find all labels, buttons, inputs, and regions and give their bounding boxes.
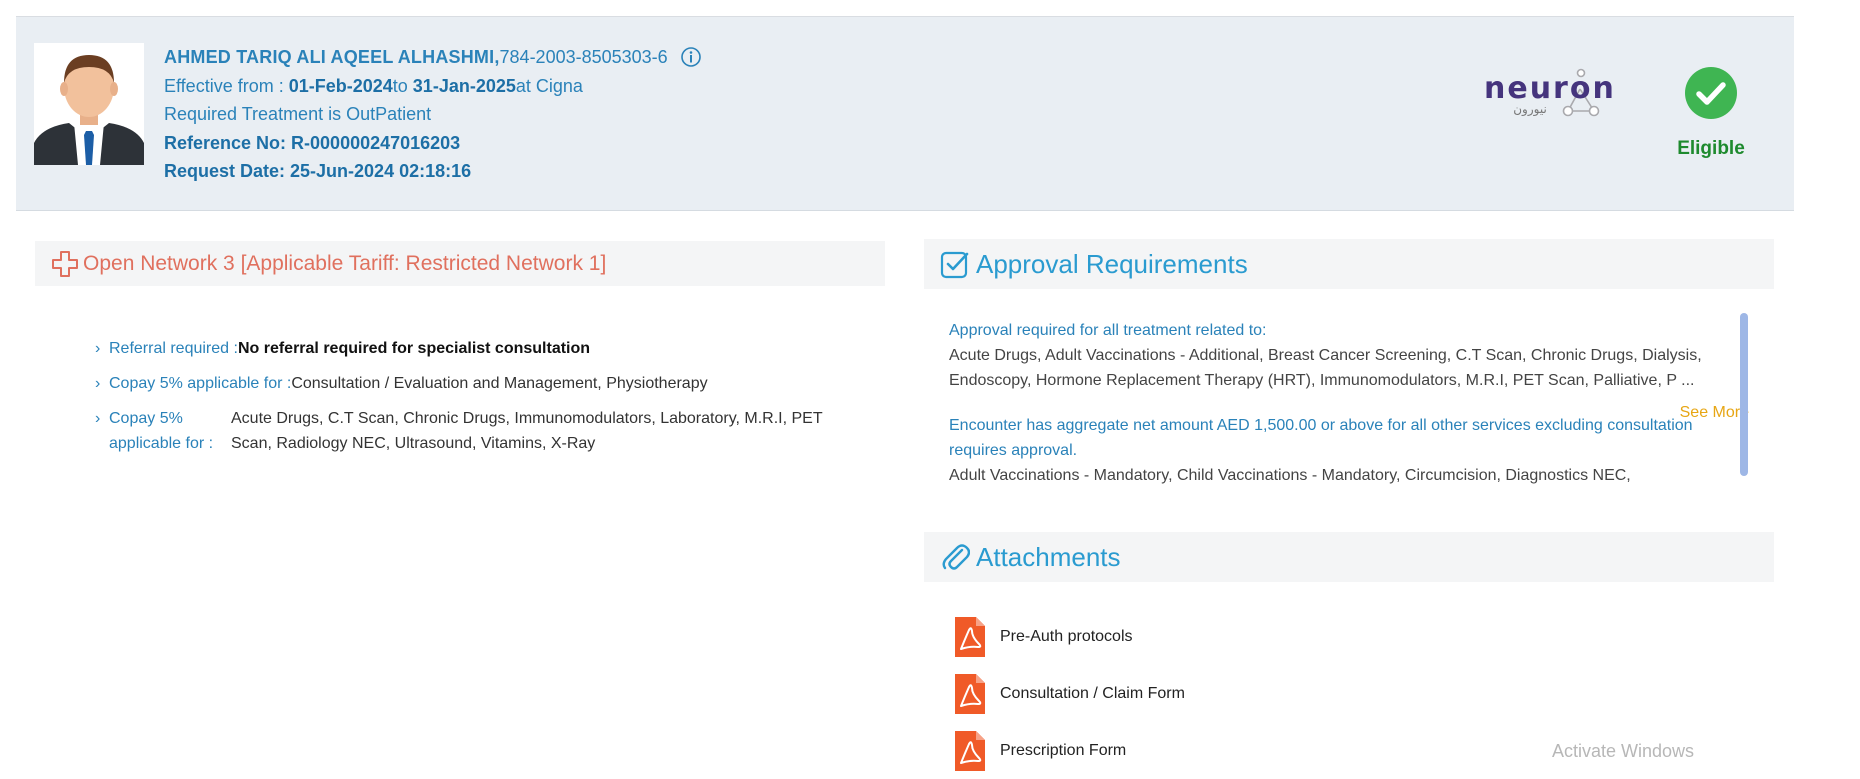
approval-title: Approval Requirements xyxy=(976,248,1248,279)
neuron-logo: neuron نيورون xyxy=(1482,67,1614,125)
member-name: AHMED TARIQ ALI AQEEL ALHASHMI, xyxy=(164,47,500,67)
attachment-label[interactable]: Pre-Auth protocols xyxy=(1000,628,1133,646)
eligible-label: Eligible xyxy=(1677,138,1745,159)
chevron-right-icon: › xyxy=(95,410,101,427)
reference-number: Reference No: R-000000247016203 xyxy=(164,132,461,153)
approval-requirements-body: Approval required for all treatment rela… xyxy=(949,318,1749,502)
benefit-value: Consultation / Evaluation and Management… xyxy=(291,375,708,392)
network-header: Open Network 3 [Applicable Tariff: Restr… xyxy=(35,241,885,286)
benefit-value: No referral required for specialist cons… xyxy=(237,340,591,357)
approval-text-1: Acute Drugs, Adult Vaccinations - Additi… xyxy=(949,347,1702,389)
cross-outline-icon xyxy=(52,250,78,277)
checkbox-icon xyxy=(940,251,969,279)
effective-from-date: 01-Feb-2024 xyxy=(288,75,393,96)
member-name-row: AHMED TARIQ ALI AQEEL ALHASHMI, 784-2003… xyxy=(164,43,702,72)
windows-activation-watermark: Activate Windows xyxy=(1552,741,1695,761)
paperclip-icon xyxy=(942,544,970,570)
treatment-type: Required Treatment is OutPatient xyxy=(164,104,432,124)
check-circle-icon xyxy=(1685,67,1737,119)
request-date: Request Date: 25-Jun-2024 02:18:16 xyxy=(164,161,472,181)
logo-text: neuron xyxy=(1484,71,1614,106)
pdf-file-icon xyxy=(955,673,985,714)
attachment-item[interactable]: Consultation / Claim Form xyxy=(955,665,1185,722)
benefit-label: Copay 5% applicable for : xyxy=(109,410,214,452)
effective-to-date: 31-Jan-2025 xyxy=(412,75,516,96)
chevron-right-icon: › xyxy=(95,375,101,392)
effective-period: Effective from : 01-Feb-2024to 31-Jan-20… xyxy=(164,72,702,101)
benefit-item-referral: › Referral required : No referral requir… xyxy=(95,336,875,361)
info-icon[interactable] xyxy=(680,46,702,68)
pdf-file-icon xyxy=(955,616,985,657)
approval-heading-2: Encounter has aggregate net amount AED 1… xyxy=(949,417,1693,459)
effective-label: Effective from : xyxy=(164,75,289,96)
user-avatar xyxy=(34,43,144,165)
member-details: AHMED TARIQ ALI AQEEL ALHASHMI, 784-2003… xyxy=(164,43,702,186)
member-header: AHMED TARIQ ALI AQEEL ALHASHMI, 784-2003… xyxy=(16,17,1794,211)
eligibility-status: Eligible xyxy=(1666,67,1756,160)
attachments-list: Pre-Auth protocols Consultation / Claim … xyxy=(955,608,1185,779)
benefit-item-copay-consultation: › Copay 5% applicable for : Consultation… xyxy=(95,371,875,396)
insurer-name: at Cigna xyxy=(515,75,583,96)
approval-requirements-header: Approval Requirements xyxy=(924,239,1774,289)
attachment-label[interactable]: Prescription Form xyxy=(1000,742,1126,760)
network-title: Open Network 3 [Applicable Tariff: Restr… xyxy=(83,251,607,275)
approval-text-2: Adult Vaccinations - Mandatory, Child Va… xyxy=(949,467,1631,484)
chevron-right-icon: › xyxy=(95,340,101,357)
attachment-item[interactable]: Pre-Auth protocols xyxy=(955,608,1185,665)
see-more-link[interactable]: See More xyxy=(1680,400,1749,425)
benefit-label: Copay 5% applicable for : xyxy=(109,375,292,392)
member-id-number: 784-2003-8505303-6 xyxy=(499,47,668,67)
approval-scrollbar[interactable] xyxy=(1740,313,1748,476)
benefits-list: › Referral required : No referral requir… xyxy=(95,336,875,466)
attachments-title: Attachments xyxy=(976,541,1121,572)
effective-to-label: to xyxy=(392,75,413,96)
attachments-header: Attachments xyxy=(924,532,1774,582)
benefit-item-copay-services: › Copay 5% applicable for : Acute Drugs,… xyxy=(95,406,875,456)
benefit-label: Referral required : xyxy=(109,340,238,357)
attachment-item[interactable]: Prescription Form xyxy=(955,722,1185,779)
benefit-value: Acute Drugs, C.T Scan, Chronic Drugs, Im… xyxy=(231,410,823,452)
logo-arabic-text: نيورون xyxy=(1513,102,1547,117)
approval-heading-1: Approval required for all treatment rela… xyxy=(949,322,1267,339)
attachment-label[interactable]: Consultation / Claim Form xyxy=(1000,685,1185,703)
pdf-file-icon xyxy=(955,730,985,771)
